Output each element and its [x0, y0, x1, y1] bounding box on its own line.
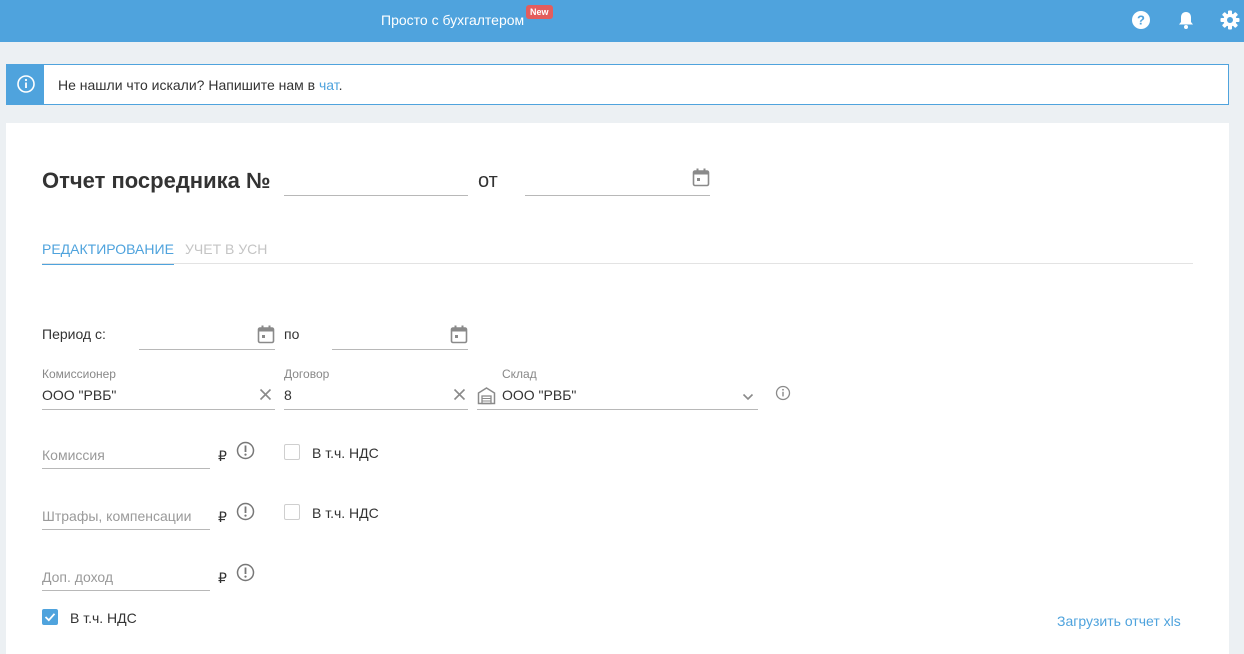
vat-commission-label: В т.ч. НДС: [312, 445, 379, 461]
bell-icon[interactable]: [1175, 9, 1197, 31]
upload-xls-link[interactable]: Загрузить отчет xls: [1057, 613, 1181, 629]
vat-fines-label: В т.ч. НДС: [312, 505, 379, 521]
report-number-input[interactable]: [284, 195, 468, 196]
chevron-down-icon[interactable]: [742, 389, 754, 407]
warehouse-select[interactable]: ООО "РВБ": [502, 387, 576, 403]
commissioner-field[interactable]: ООО "РВБ": [42, 387, 116, 403]
calendar-icon[interactable]: [450, 325, 468, 349]
report-date-input[interactable]: [525, 195, 710, 196]
warning-icon[interactable]: [236, 441, 255, 465]
currency-label: ₽: [218, 570, 227, 586]
clear-icon[interactable]: [453, 388, 466, 406]
tabs-divider: [42, 263, 1193, 264]
contract-label: Договор: [284, 367, 330, 381]
gear-icon[interactable]: [1219, 9, 1241, 31]
top-bar: Просто с бухгалтером New ?: [0, 0, 1244, 42]
commission-underline: [42, 468, 210, 469]
fines-underline: [42, 529, 210, 530]
warehouse-underline: [477, 409, 758, 410]
currency-label: ₽: [218, 509, 227, 525]
commissioner-label: Комиссионер: [42, 367, 116, 381]
warning-icon[interactable]: [236, 502, 255, 526]
chat-link[interactable]: чат: [319, 77, 339, 93]
info-banner: Не нашли что искали? Напишите нам в чат.: [6, 64, 1229, 105]
vat-income-checkbox[interactable]: [42, 609, 58, 625]
period-from-input[interactable]: [139, 349, 275, 350]
period-from-label: Период с:: [42, 326, 106, 342]
info-icon[interactable]: [775, 385, 791, 406]
info-message: Не нашли что искали? Напишите нам в чат.: [58, 77, 343, 93]
report-card: [6, 123, 1229, 654]
contract-underline: [284, 409, 468, 410]
checkmark-icon: [44, 613, 56, 622]
contract-field[interactable]: 8: [284, 387, 292, 403]
vat-commission-checkbox[interactable]: [284, 444, 300, 460]
vat-fines-checkbox[interactable]: [284, 504, 300, 520]
calendar-icon[interactable]: [257, 325, 275, 349]
commissioner-underline: [42, 409, 275, 410]
currency-label: ₽: [218, 448, 227, 464]
clear-icon[interactable]: [259, 388, 272, 406]
warehouse-label: Склад: [502, 367, 537, 381]
svg-text:?: ?: [1137, 13, 1145, 28]
info-icon: [7, 65, 44, 104]
warehouse-icon: [477, 386, 496, 410]
commission-input[interactable]: Комиссия: [42, 447, 105, 463]
tab-editing[interactable]: РЕДАКТИРОВАНИЕ: [42, 241, 174, 265]
tab-usn-accounting[interactable]: УЧЕТ В УСН: [185, 241, 267, 257]
extra-income-underline: [42, 590, 210, 591]
page-title: Отчет посредника №: [42, 168, 271, 193]
vat-income-label: В т.ч. НДС: [70, 610, 137, 626]
fines-input[interactable]: Штрафы, компенсации: [42, 508, 191, 524]
date-separator-label: от: [478, 170, 498, 192]
warning-icon[interactable]: [236, 563, 255, 587]
new-badge: New: [526, 5, 553, 19]
promo-link[interactable]: Просто с бухгалтером: [381, 12, 524, 28]
extra-income-input[interactable]: Доп. доход: [42, 569, 113, 585]
period-to-input[interactable]: [332, 349, 468, 350]
period-to-label: по: [284, 326, 300, 342]
calendar-icon[interactable]: [692, 168, 710, 192]
help-icon[interactable]: ?: [1130, 9, 1152, 31]
